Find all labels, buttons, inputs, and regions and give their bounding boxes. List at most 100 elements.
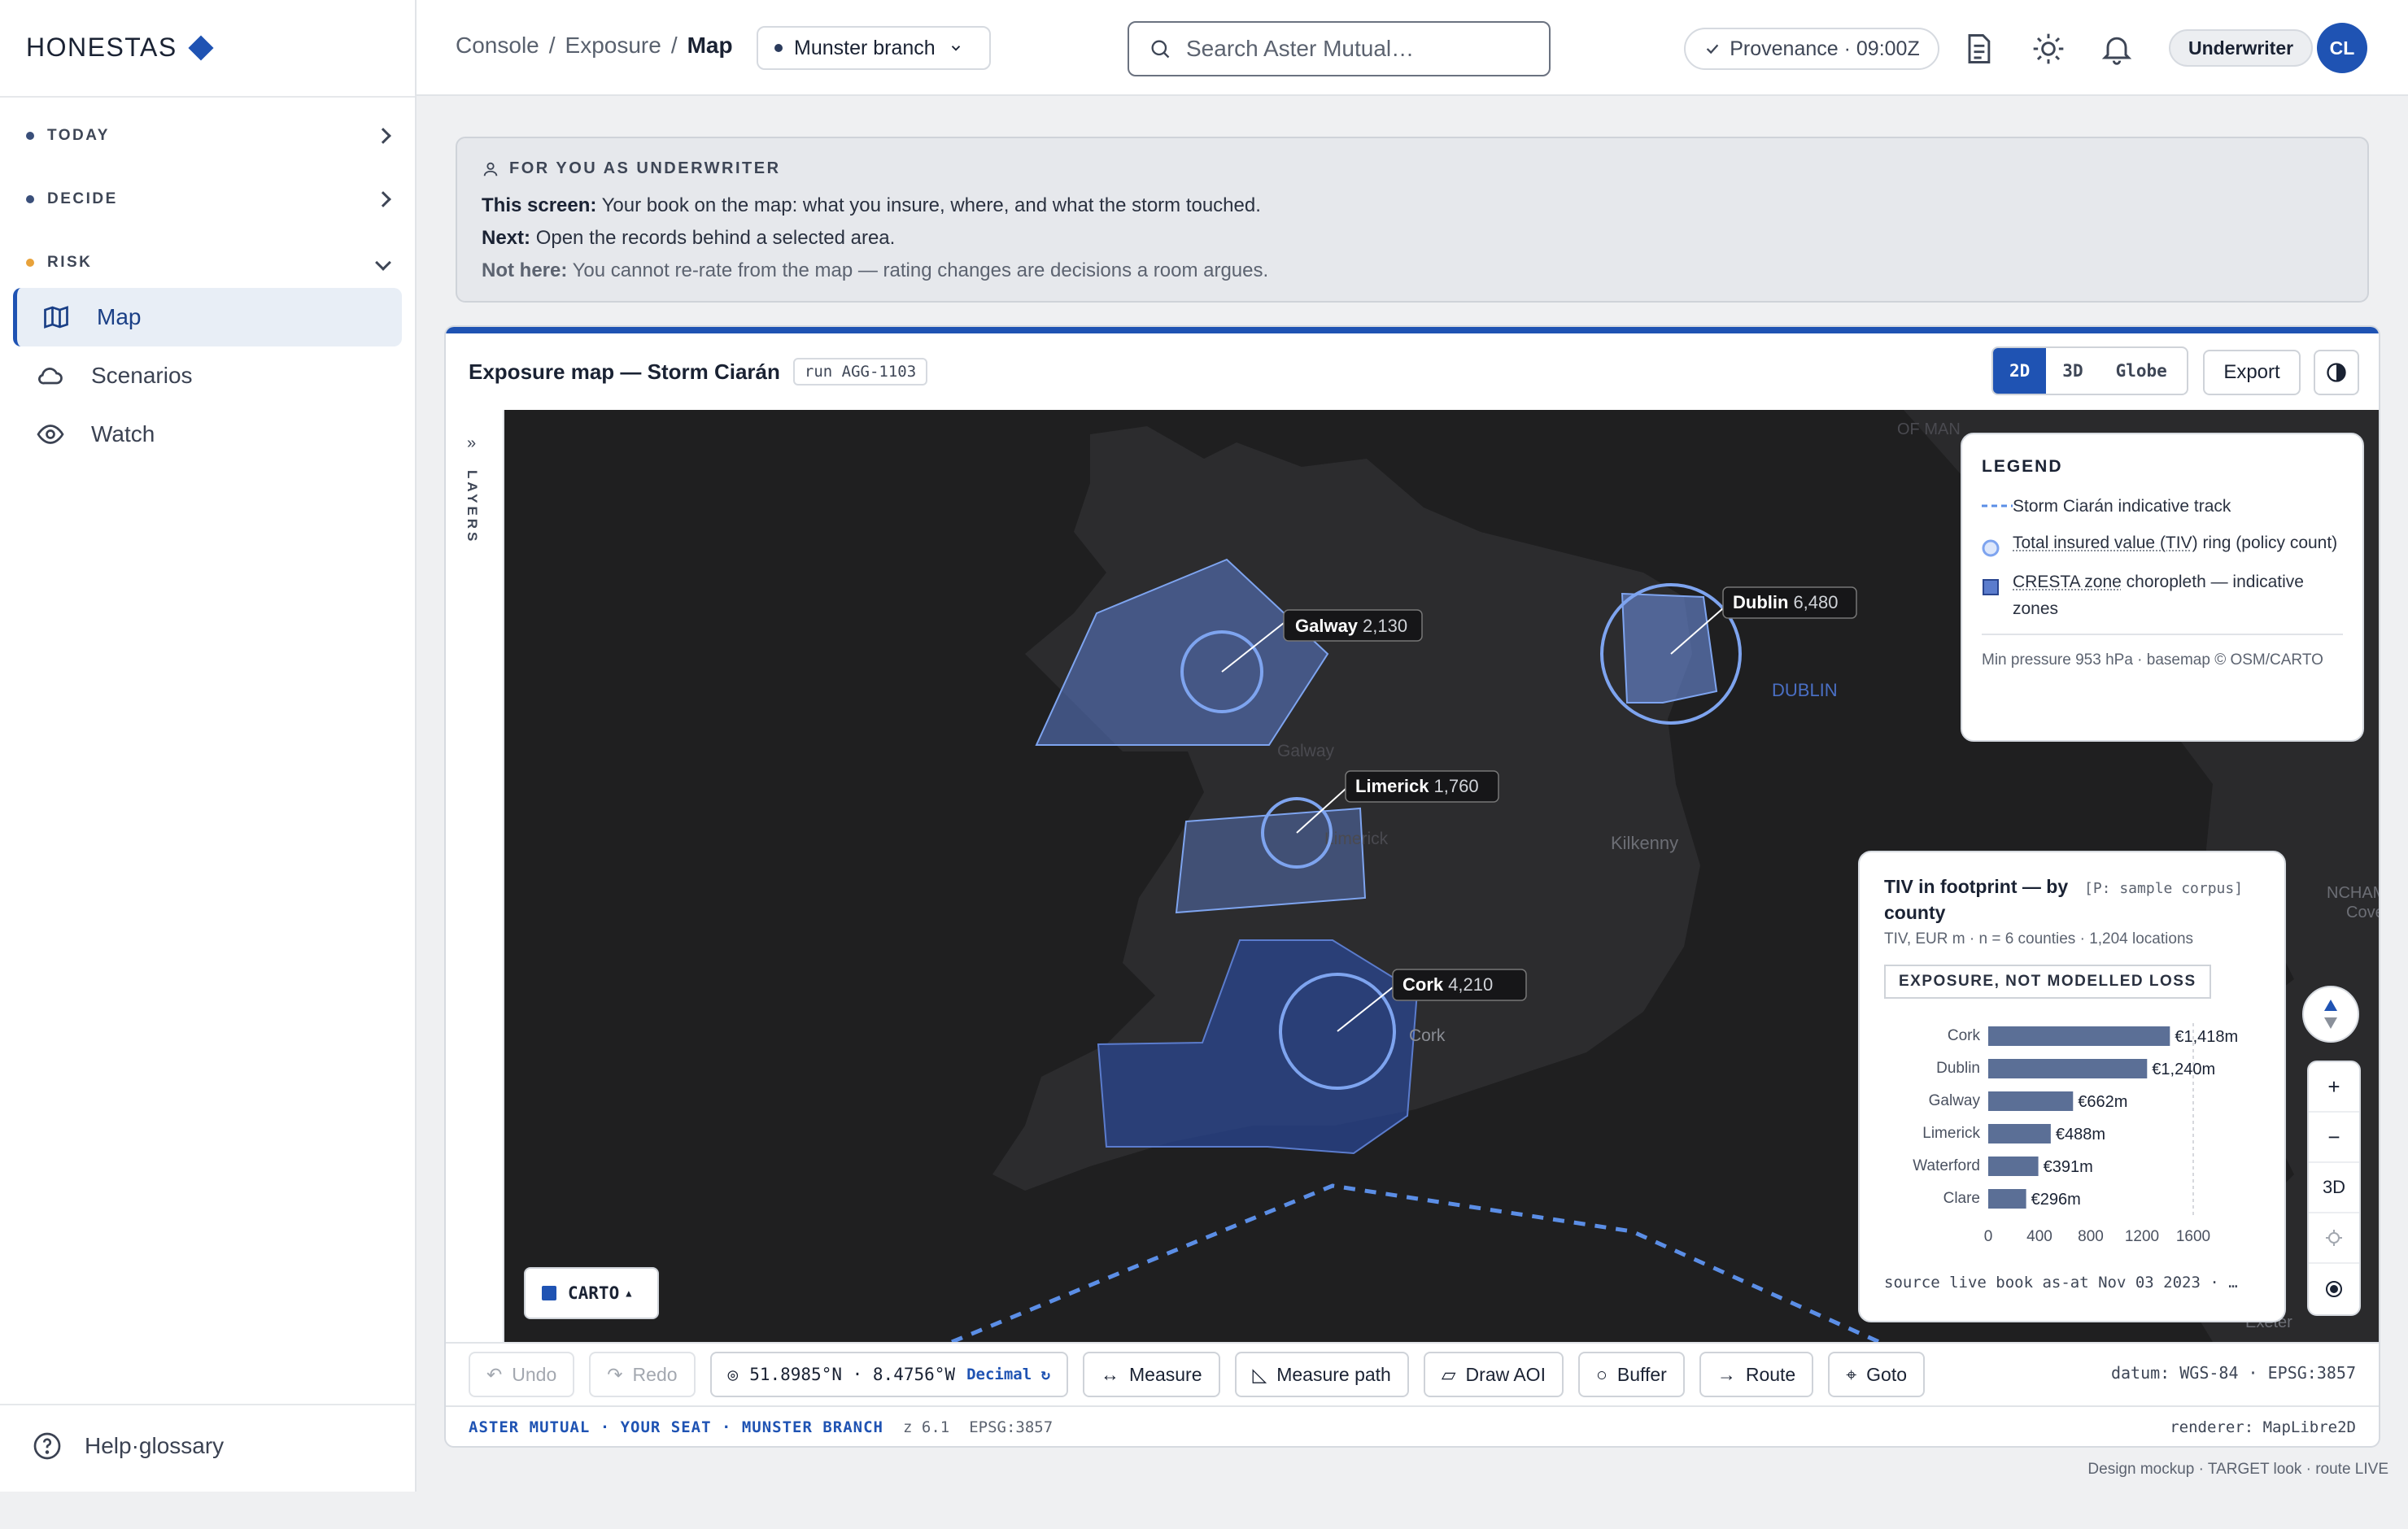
datum-info: datum: WGS-84 · EPSG:3857 bbox=[2110, 1363, 2356, 1383]
chart-category-label: Limerick bbox=[1922, 1125, 1980, 1142]
chart-value-label: €391m bbox=[2044, 1158, 2093, 1176]
locate-button[interactable] bbox=[2309, 1213, 2359, 1264]
chart-tick-label: 1200 bbox=[2125, 1228, 2159, 1245]
notice-line-label: Not here: bbox=[482, 259, 568, 281]
map-label-cork[interactable]: Cork 4,210 bbox=[1392, 969, 1527, 1001]
svg-text:Cork4,210: Cork 4,210 bbox=[1402, 974, 1493, 995]
legend-label: Total insured value (TIV) ring (policy c… bbox=[2013, 529, 2337, 556]
buffer-button[interactable]: ○ Buffer bbox=[1577, 1352, 1685, 1397]
view-mode-3d[interactable]: 3D bbox=[2046, 348, 2099, 394]
basemap-label: OF MAN bbox=[1897, 420, 1961, 438]
bell-icon[interactable] bbox=[2099, 31, 2135, 67]
notice-heading: FOR YOU AS UNDERWRITER bbox=[482, 159, 2343, 178]
measure-path-button[interactable]: ◺ Measure path bbox=[1234, 1352, 1409, 1397]
chart-tick-label: 1600 bbox=[2176, 1228, 2210, 1245]
undo-button[interactable]: ↶ Undo bbox=[469, 1352, 575, 1397]
legend-item-cresta: CRESTA zone choropleth — indicative zone… bbox=[1982, 568, 2343, 622]
map-label-limerick[interactable]: Limerick 1,760 bbox=[1345, 770, 1499, 803]
sidebar-item-map[interactable]: Map bbox=[13, 288, 402, 346]
draw-aoi-button[interactable]: ▱ Draw AOI bbox=[1423, 1352, 1564, 1397]
coord-format-toggle[interactable]: Decimal ↻ bbox=[966, 1366, 1050, 1383]
expand-icon: » bbox=[467, 434, 477, 452]
breadcrumb-separator: / bbox=[548, 33, 556, 58]
chevron-down-icon bbox=[375, 255, 391, 271]
sidebar-item-scenarios[interactable]: Scenarios bbox=[13, 346, 402, 405]
search-placeholder: Search Aster Mutual… bbox=[1186, 36, 1415, 61]
section-label: TODAY bbox=[47, 127, 110, 144]
zoom-out-button[interactable]: − bbox=[2309, 1113, 2359, 1163]
compass-button[interactable] bbox=[2302, 986, 2359, 1043]
basemap-switch[interactable]: CARTO ▲ bbox=[524, 1267, 659, 1319]
run-tag[interactable]: run AGG-1103 bbox=[792, 358, 928, 386]
view-mode-globe[interactable]: Globe bbox=[2100, 348, 2183, 394]
map-label-dublin[interactable]: Dublin 6,480 bbox=[1722, 586, 1857, 619]
zoom-controls: + − 3D bbox=[2307, 1061, 2361, 1316]
zoom-in-button[interactable]: + bbox=[2309, 1062, 2359, 1113]
sidebar-section-today[interactable]: TODAY bbox=[26, 127, 391, 145]
notice-line: Not here: You cannot re-rate from the ma… bbox=[482, 255, 2343, 287]
sidebar-section-decide[interactable]: DECIDE bbox=[26, 190, 391, 208]
chart-bar bbox=[1988, 1059, 2148, 1078]
export-button[interactable]: Export bbox=[2203, 350, 2301, 395]
branch-selector[interactable]: Munster branch bbox=[757, 26, 991, 70]
my-location-button[interactable] bbox=[2309, 1264, 2359, 1314]
document-icon[interactable] bbox=[1961, 31, 1996, 67]
contrast-toggle[interactable] bbox=[2314, 350, 2359, 395]
breadcrumb-exposure[interactable]: Exposure bbox=[565, 33, 661, 59]
tool-label: Measure path bbox=[1276, 1363, 1391, 1385]
coordinate-readout[interactable]: ◎ 51.8985°N · 8.4756°W Decimal ↻ bbox=[709, 1352, 1069, 1397]
redo-button[interactable]: ↷ Redo bbox=[589, 1352, 696, 1397]
map-label-name: Limerick bbox=[1355, 776, 1429, 796]
map-label-galway[interactable]: Galway 2,130 bbox=[1283, 609, 1423, 642]
polygon-icon: ▱ bbox=[1441, 1363, 1456, 1385]
layers-label: LAYERS bbox=[465, 470, 480, 545]
measure-button[interactable]: ↔ Measure bbox=[1083, 1352, 1220, 1397]
notice-line-text: Your book on the map: what you insure, w… bbox=[601, 194, 1261, 216]
view-mode-2d[interactable]: 2D bbox=[1993, 348, 2047, 394]
glossary-link[interactable]: Total insured value (TIV) bbox=[2013, 534, 2198, 552]
map-canvas[interactable]: DUBLIN Galway Kilkenny Limerick Cork NCH… bbox=[504, 410, 2379, 1342]
glossary-link[interactable]: CRESTA zone bbox=[2013, 573, 2122, 591]
basemap-label: Limerick bbox=[1324, 830, 1389, 848]
role-badge[interactable]: Underwriter bbox=[2169, 29, 2314, 67]
user-icon bbox=[483, 162, 498, 176]
chevron-right-icon bbox=[375, 191, 391, 207]
cresta-zone-dublin[interactable] bbox=[1621, 592, 1718, 704]
svg-text:Limerick1,760: Limerick 1,760 bbox=[1355, 776, 1479, 796]
search-input[interactable]: Search Aster Mutual… bbox=[1128, 21, 1551, 76]
dashed-line-icon bbox=[1982, 504, 2013, 507]
chart-category-label: Waterford bbox=[1913, 1157, 1980, 1174]
footer-note: Design mockup · TARGET look · route LIVE bbox=[2087, 1461, 2388, 1478]
basemap-label: Galway bbox=[1277, 742, 1335, 760]
brand-logo[interactable]: HONESTAS bbox=[26, 33, 214, 63]
map-icon bbox=[44, 306, 68, 329]
chart-bar bbox=[1988, 1091, 2074, 1111]
goto-button[interactable]: ⌖ Goto bbox=[1828, 1352, 1926, 1397]
help-glossary-link[interactable]: Help·glossary bbox=[33, 1431, 224, 1461]
layers-drawer[interactable]: » LAYERS bbox=[446, 410, 504, 1342]
map-label-name: Cork bbox=[1402, 974, 1444, 995]
toggle-3d-button[interactable]: 3D bbox=[2309, 1163, 2359, 1213]
status-bar: ASTER MUTUAL · YOUR SEAT · MUNSTER BRANC… bbox=[446, 1405, 2379, 1446]
square-swatch-icon bbox=[1983, 579, 1999, 595]
zoom-level: z 6.1 bbox=[903, 1418, 950, 1436]
breadcrumb-separator: / bbox=[670, 33, 678, 58]
bar-chart: Cork €1,418m Dublin €1,240m Galway €662m Limer… bbox=[1913, 1023, 2238, 1245]
avatar[interactable]: CL bbox=[2317, 23, 2367, 73]
chart-value-label: €1,418m bbox=[2175, 1028, 2238, 1046]
route-button[interactable]: → Route bbox=[1699, 1352, 1814, 1397]
contrast-icon bbox=[2327, 363, 2346, 382]
sun-icon[interactable] bbox=[2031, 31, 2066, 67]
map-label-value: 6,480 bbox=[1793, 592, 1838, 612]
chart-category-label: Galway bbox=[1929, 1092, 1981, 1109]
brand-diamond-icon bbox=[188, 34, 214, 61]
sidebar: HONESTAS TODAY DECIDE RISK Map Scenarios… bbox=[0, 0, 417, 1492]
notice-line-text: Open the records behind a selected area. bbox=[535, 227, 896, 249]
provenance-badge[interactable]: Provenance · 09:00Z bbox=[1684, 28, 1939, 70]
breadcrumb-console[interactable]: Console bbox=[456, 33, 539, 59]
legend-item-tiv-ring: Total insured value (TIV) ring (policy c… bbox=[1982, 529, 2343, 559]
sidebar-item-watch[interactable]: Watch bbox=[13, 405, 402, 464]
sidebar-section-risk[interactable]: RISK bbox=[26, 254, 391, 272]
notice-line-text: You cannot re-rate from the map — rating… bbox=[572, 259, 1269, 281]
cresta-zone-limerick[interactable] bbox=[1175, 807, 1367, 914]
